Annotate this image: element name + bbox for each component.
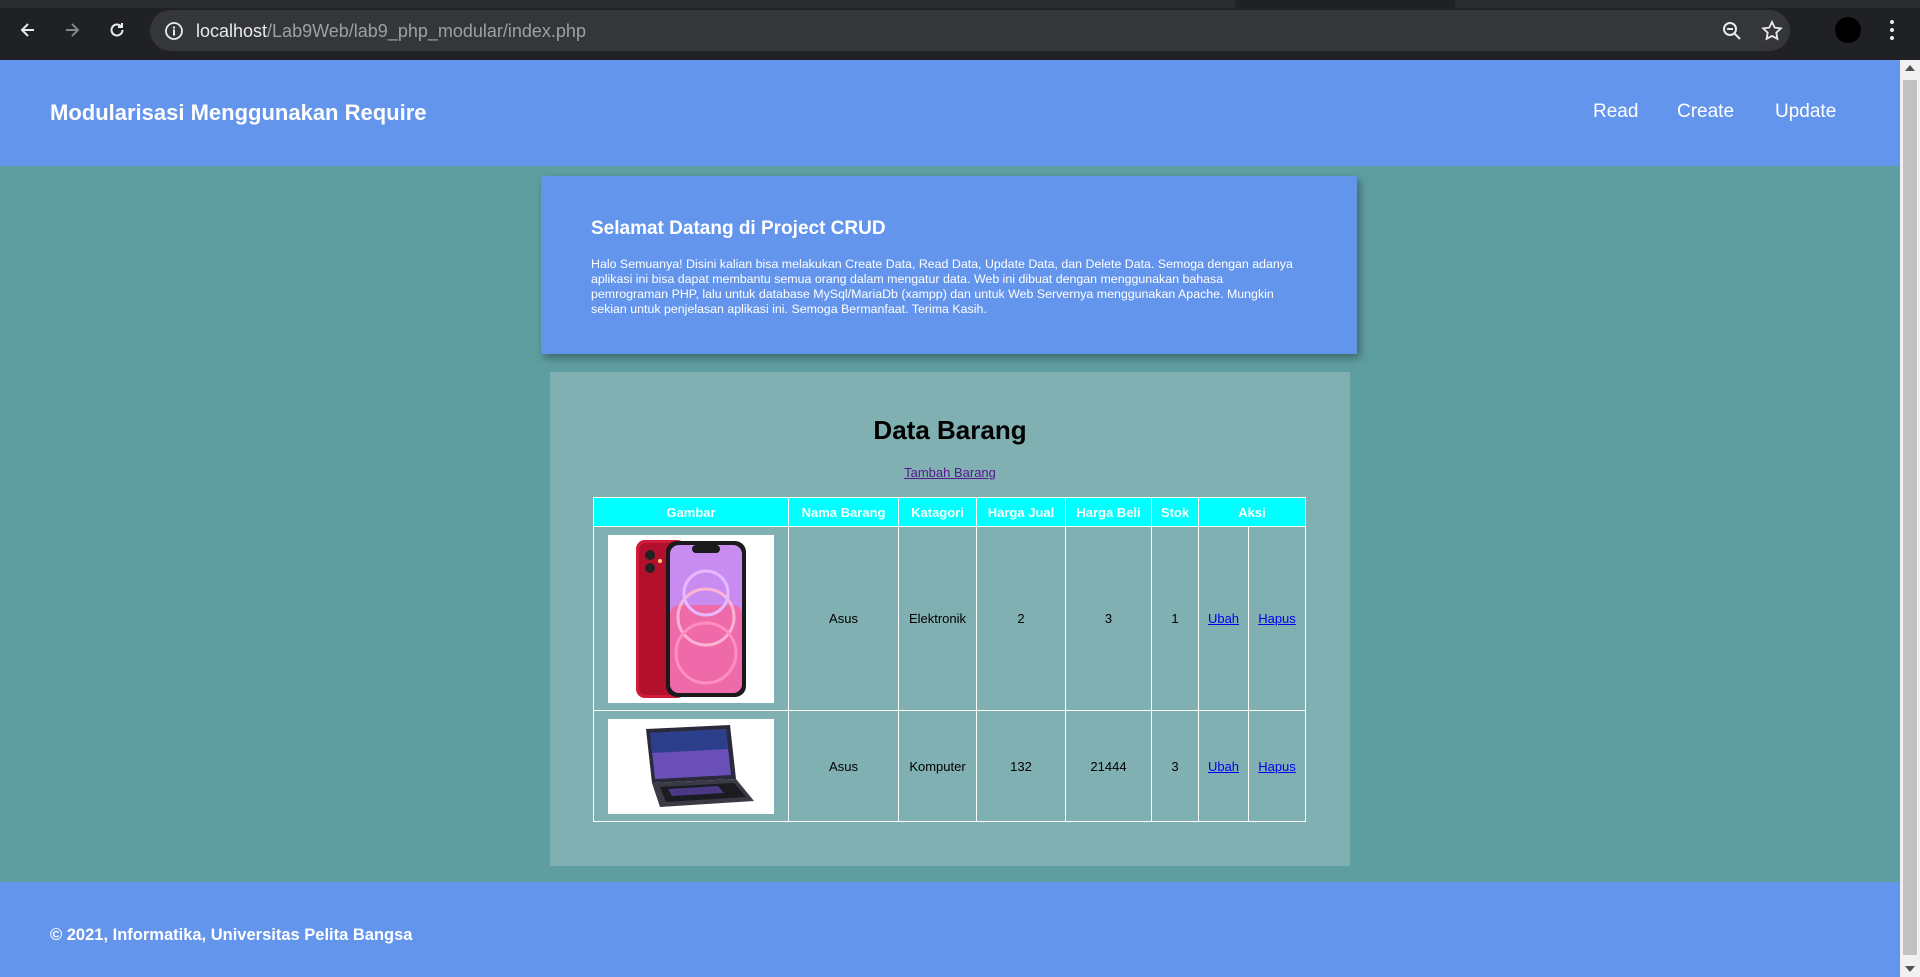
url-path: /Lab9Web/lab9_php_modular/index.php: [267, 21, 586, 41]
welcome-title: Selamat Datang di Project CRUD: [591, 218, 886, 239]
column-header: Katagori: [898, 497, 977, 527]
page-title: Data Barang: [873, 415, 1027, 445]
table-row: Asus Elektronik 2 3 1 Ubah Hapus: [593, 526, 1306, 711]
delete-cell: Hapus: [1248, 710, 1306, 822]
scroll-down-icon[interactable]: [1905, 966, 1915, 972]
image-cell: [593, 526, 789, 711]
delete-cell: Hapus: [1248, 526, 1306, 711]
bookmark-star-icon[interactable]: [1760, 19, 1784, 43]
nav-update-link[interactable]: Update: [1775, 101, 1836, 123]
item-sell-price-cell: 132: [976, 710, 1066, 822]
welcome-text: Halo Semuanya! Disini kalian bisa melaku…: [591, 257, 1293, 316]
scroll-up-icon[interactable]: [1905, 65, 1915, 71]
laptop-image: [608, 718, 774, 814]
scrollbar-thumb[interactable]: [1903, 80, 1917, 955]
nav-create-link[interactable]: Create: [1677, 101, 1734, 123]
column-header: Stok: [1151, 497, 1199, 527]
site-brand: Modularisasi Menggunakan Require: [50, 100, 427, 125]
site-footer: © 2021, Informatika, Universitas Pelita …: [0, 882, 1900, 977]
welcome-card: Selamat Datang di Project CRUD Halo Semu…: [541, 176, 1357, 354]
forward-icon[interactable]: [56, 14, 88, 46]
table-header-row: Gambar Nama Barang Katagori Harga Jual H…: [593, 497, 1306, 527]
item-stock-cell: 1: [1151, 526, 1199, 711]
delete-link[interactable]: Hapus: [1258, 611, 1296, 626]
browser-toolbar: localhost/Lab9Web/lab9_php_modular/index…: [0, 0, 1920, 60]
item-stock-cell: 3: [1151, 710, 1199, 822]
edit-link[interactable]: Ubah: [1208, 759, 1239, 774]
site-info-icon[interactable]: [160, 17, 187, 44]
zoom-icon[interactable]: [1720, 19, 1744, 43]
item-buy-price-cell: 21444: [1065, 710, 1152, 822]
add-item-container: Tambah Barang: [550, 465, 1350, 480]
nav-read-link[interactable]: Read: [1593, 101, 1638, 123]
phone-image: [608, 534, 774, 703]
data-barang-section: Data Barang Tambah Barang Gambar Nama Ba…: [550, 372, 1350, 866]
browser-menu-icon[interactable]: [1882, 16, 1902, 44]
add-item-link[interactable]: Tambah Barang: [904, 465, 996, 480]
item-buy-price-cell: 3: [1065, 526, 1152, 711]
page-viewport: Modularisasi Menggunakan Require Read Cr…: [0, 60, 1900, 977]
site-header: Modularisasi Menggunakan Require Read Cr…: [0, 60, 1900, 166]
active-tab[interactable]: [1235, 0, 1455, 8]
item-sell-price-cell: 2: [976, 526, 1066, 711]
image-cell: [593, 710, 789, 822]
url-text[interactable]: localhost/Lab9Web/lab9_php_modular/index…: [196, 21, 586, 42]
address-bar[interactable]: localhost/Lab9Web/lab9_php_modular/index…: [150, 10, 1790, 51]
back-icon[interactable]: [12, 14, 44, 46]
delete-link[interactable]: Hapus: [1258, 759, 1296, 774]
item-category-cell: Komputer: [898, 710, 977, 822]
reload-icon[interactable]: [101, 14, 133, 46]
profile-avatar[interactable]: [1835, 17, 1861, 43]
column-header: Gambar: [593, 497, 789, 527]
column-header: Aksi: [1198, 497, 1306, 527]
item-category-cell: Elektronik: [898, 526, 977, 711]
column-header: Harga Beli: [1065, 497, 1152, 527]
tab-strip: [0, 0, 1920, 8]
item-name-cell: Asus: [788, 710, 899, 822]
table-row: Asus Komputer 132 21444 3 Ubah Hapus: [593, 710, 1306, 822]
column-header: Nama Barang: [788, 497, 899, 527]
column-header: Harga Jual: [976, 497, 1066, 527]
item-name-cell: Asus: [788, 526, 899, 711]
edit-cell: Ubah: [1198, 526, 1249, 711]
edit-cell: Ubah: [1198, 710, 1249, 822]
url-host: localhost: [196, 21, 268, 41]
edit-link[interactable]: Ubah: [1208, 611, 1239, 626]
items-table: Gambar Nama Barang Katagori Harga Jual H…: [593, 497, 1306, 822]
footer-copyright: © 2021, Informatika, Universitas Pelita …: [50, 926, 413, 944]
vertical-scrollbar[interactable]: [1900, 60, 1920, 977]
